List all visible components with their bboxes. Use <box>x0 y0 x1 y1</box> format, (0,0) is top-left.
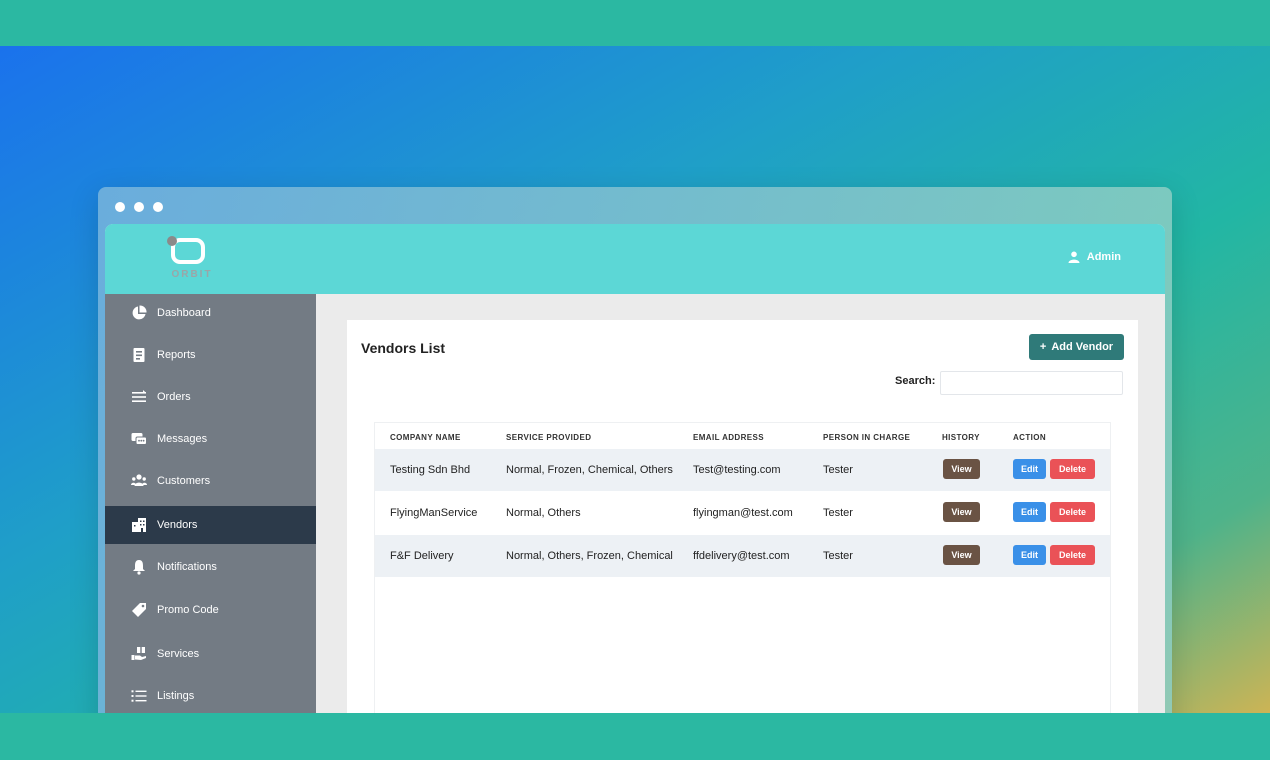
add-vendor-button[interactable]: + Add Vendor <box>1029 334 1124 360</box>
vendors-card: Vendors List + Add Vendor Search: COMPAN… <box>347 320 1138 744</box>
pie-chart-icon <box>131 305 147 321</box>
sidebar-item-label: Reports <box>157 349 196 361</box>
window-dot-icon[interactable] <box>134 202 144 212</box>
table-row: Testing Sdn Bhd Normal, Frozen, Chemical… <box>375 449 1110 491</box>
sidebar-item-label: Vendors <box>157 519 198 531</box>
plus-icon: + <box>1039 341 1047 353</box>
email-cell: Test@testing.com <box>693 464 781 476</box>
service-cell: Normal, Others <box>506 507 581 519</box>
view-history-button[interactable]: View <box>943 459 980 479</box>
table-row: F&F Delivery Normal, Others, Frozen, Che… <box>375 535 1110 577</box>
view-history-button[interactable]: View <box>943 545 980 565</box>
tag-icon <box>131 602 147 618</box>
view-history-button[interactable]: View <box>943 502 980 522</box>
sidebar-item-customers[interactable]: Customers <box>105 462 316 500</box>
person-cell: Tester <box>823 550 853 562</box>
window-dot-icon[interactable] <box>115 202 125 212</box>
delete-button[interactable]: Delete <box>1050 502 1095 522</box>
vendors-table: COMPANY NAME SERVICE PROVIDED EMAIL ADDR… <box>374 422 1111 744</box>
browser-window: ORBIT Admin Dashboard Reports Orders Mes… <box>98 187 1172 747</box>
user-menu[interactable]: Admin <box>1068 251 1121 263</box>
column-header: ACTION <box>1013 433 1047 442</box>
column-header[interactable]: HISTORY <box>942 433 980 442</box>
customers-icon <box>131 473 147 489</box>
sidebar-item-label: Listings <box>157 690 195 702</box>
user-label: Admin <box>1086 251 1121 263</box>
sidebar-item-label: Dashboard <box>157 307 211 319</box>
company-cell: F&F Delivery <box>390 550 454 562</box>
delete-button[interactable]: Delete <box>1050 545 1095 565</box>
messages-icon <box>131 431 147 447</box>
sidebar-item-orders[interactable]: Orders <box>105 378 316 416</box>
column-header[interactable]: SERVICE PROVIDED <box>506 433 591 442</box>
edit-button[interactable]: Edit <box>1013 459 1046 479</box>
sidebar-item-promo-code[interactable]: Promo Code <box>105 591 316 629</box>
sidebar-item-notifications[interactable]: Notifications <box>105 548 316 586</box>
sidebar-item-services[interactable]: Services <box>105 635 316 673</box>
bottom-background-band <box>0 713 1270 760</box>
sidebar-item-listings[interactable]: Listings <box>105 677 316 715</box>
sidebar-item-label: Orders <box>157 391 191 403</box>
sidebar-item-label: Customers <box>157 475 211 487</box>
service-cell: Normal, Others, Frozen, Chemical <box>506 550 673 562</box>
edit-button[interactable]: Edit <box>1013 502 1046 522</box>
bell-icon <box>131 559 147 575</box>
column-header[interactable]: PERSON IN CHARGE <box>823 433 910 442</box>
services-icon <box>131 646 147 662</box>
app-frame: ORBIT Admin Dashboard Reports Orders Mes… <box>105 224 1165 744</box>
sidebar-item-label: Messages <box>157 433 208 445</box>
list-icon <box>131 688 147 704</box>
column-header[interactable]: COMPANY NAME <box>390 433 461 442</box>
company-cell: FlyingManService <box>390 507 478 519</box>
search-label: Search: <box>895 375 936 387</box>
sidebar-item-dashboard[interactable]: Dashboard <box>105 294 316 332</box>
orbit-logo[interactable]: ORBIT <box>167 236 217 282</box>
report-icon <box>131 347 147 363</box>
page-title: Vendors List <box>361 340 446 356</box>
company-cell: Testing Sdn Bhd <box>390 464 471 476</box>
sidebar-item-vendors[interactable]: Vendors <box>105 506 316 544</box>
building-icon <box>131 517 147 533</box>
service-cell: Normal, Frozen, Chemical, Others <box>506 464 673 476</box>
window-dot-icon[interactable] <box>153 202 163 212</box>
table-row: FlyingManService Normal, Others flyingma… <box>375 492 1110 534</box>
delete-button[interactable]: Delete <box>1050 459 1095 479</box>
logo-knob-icon <box>167 236 177 246</box>
sidebar-item-label: Services <box>157 648 200 660</box>
top-background-band <box>0 0 1270 46</box>
sidebar-item-label: Notifications <box>157 561 217 573</box>
person-cell: Tester <box>823 464 853 476</box>
window-controls <box>115 202 163 212</box>
sidebar-item-messages[interactable]: Messages <box>105 420 316 458</box>
add-vendor-label: Add Vendor <box>1051 341 1114 353</box>
edit-button[interactable]: Edit <box>1013 545 1046 565</box>
email-cell: flyingman@test.com <box>693 507 793 519</box>
top-bar: ORBIT Admin <box>105 224 1165 294</box>
person-cell: Tester <box>823 507 853 519</box>
column-header[interactable]: EMAIL ADDRESS <box>693 433 764 442</box>
logo-text: ORBIT <box>171 269 213 280</box>
user-icon <box>1068 251 1080 263</box>
search-input[interactable] <box>940 371 1123 395</box>
sidebar-item-label: Promo Code <box>157 604 219 616</box>
sidebar-item-reports[interactable]: Reports <box>105 336 316 374</box>
sidebar: Dashboard Reports Orders Messages Custom… <box>105 294 316 744</box>
email-cell: ffdelivery@test.com <box>693 550 790 562</box>
orders-icon <box>131 389 147 405</box>
